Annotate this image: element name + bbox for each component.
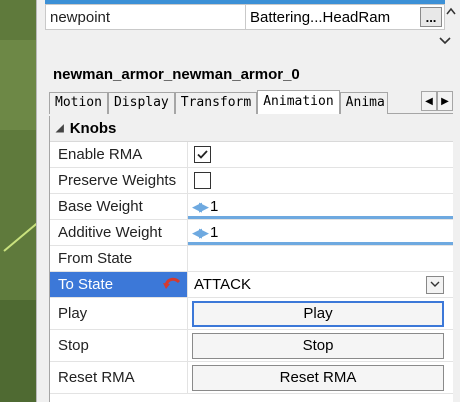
play-button[interactable]: Play — [192, 300, 444, 327]
enable-rma-checkbox[interactable] — [194, 146, 211, 163]
slider-track[interactable] — [188, 216, 453, 219]
tab-bar: Motion Display Transform Animation Anima… — [49, 90, 453, 114]
stop-button[interactable]: Stop — [192, 332, 444, 359]
row-base-weight: Base Weight ◀▶ 1 — [50, 194, 453, 220]
row-additive-weight: Additive Weight ◀▶ 1 — [50, 220, 453, 246]
row-to-state: To State ATTACK — [50, 272, 453, 298]
row-label: Preserve Weights — [50, 168, 188, 193]
chevron-down-icon[interactable] — [438, 36, 452, 46]
section-title: Knobs — [69, 120, 117, 137]
row-label: To State — [50, 272, 188, 297]
object-title: newman_armor_newman_armor_0 — [53, 66, 300, 83]
browse-button[interactable]: ... — [420, 7, 442, 27]
scroll-up-icon[interactable] — [444, 4, 458, 56]
tab-scroll-left-icon[interactable]: ◀ — [421, 91, 437, 111]
row-reset-rma: Reset RMA Reset RMA — [50, 362, 453, 394]
viewport-scene — [0, 0, 36, 402]
drag-arrows-icon[interactable]: ◀▶ — [192, 225, 209, 241]
to-state-dropdown[interactable]: ATTACK — [192, 274, 444, 296]
top-property-name: newpoint — [46, 5, 246, 29]
drag-arrows-icon[interactable]: ◀▶ — [192, 199, 209, 215]
revert-arrow-icon[interactable] — [161, 276, 183, 294]
tab-anima[interactable]: Anima — [339, 92, 388, 114]
base-weight-value: 1 — [210, 198, 219, 215]
tab-transform[interactable]: Transform — [174, 92, 258, 114]
reset-rma-button[interactable]: Reset RMA — [192, 364, 444, 391]
row-preserve-weights: Preserve Weights — [50, 168, 453, 194]
row-label: Enable RMA — [50, 142, 188, 167]
row-enable-rma: Enable RMA — [50, 142, 453, 168]
checkmark-icon — [197, 150, 208, 159]
from-state-field[interactable] — [188, 246, 453, 271]
chevron-down-icon[interactable] — [426, 275, 444, 294]
row-label: Additive Weight — [50, 220, 188, 245]
properties-panel: newpoint Battering...HeadRam ... newman_… — [36, 0, 460, 402]
row-label: Play — [50, 298, 188, 329]
section-knobs[interactable]: ◢ Knobs — [50, 116, 453, 142]
top-property-row[interactable]: newpoint Battering...HeadRam ... — [45, 4, 445, 30]
row-label: Stop — [50, 330, 188, 361]
to-state-label: To State — [58, 276, 114, 293]
additive-weight-slider[interactable]: ◀▶ 1 — [188, 220, 453, 245]
property-grid: ◢ Knobs Enable RMA Preserve Weights Base… — [49, 116, 453, 402]
row-stop: Stop Stop — [50, 330, 453, 362]
top-property-value[interactable]: Battering...HeadRam — [246, 5, 420, 29]
dropdown-value: ATTACK — [194, 276, 251, 293]
row-label: From State — [50, 246, 188, 271]
tab-display[interactable]: Display — [107, 92, 175, 114]
collapse-triangle-icon[interactable]: ◢ — [56, 123, 64, 134]
additive-weight-value: 1 — [210, 224, 219, 241]
tab-motion[interactable]: Motion — [49, 92, 108, 114]
row-play: Play Play — [50, 298, 453, 330]
row-label: Reset RMA — [50, 362, 188, 393]
row-label: Base Weight — [50, 194, 188, 219]
row-from-state: From State — [50, 246, 453, 272]
tab-animation[interactable]: Animation — [257, 90, 340, 114]
slider-track[interactable] — [188, 242, 453, 245]
preserve-weights-checkbox[interactable] — [194, 172, 211, 189]
tab-scroll-right-icon[interactable]: ▶ — [437, 91, 453, 111]
base-weight-slider[interactable]: ◀▶ 1 — [188, 194, 453, 219]
